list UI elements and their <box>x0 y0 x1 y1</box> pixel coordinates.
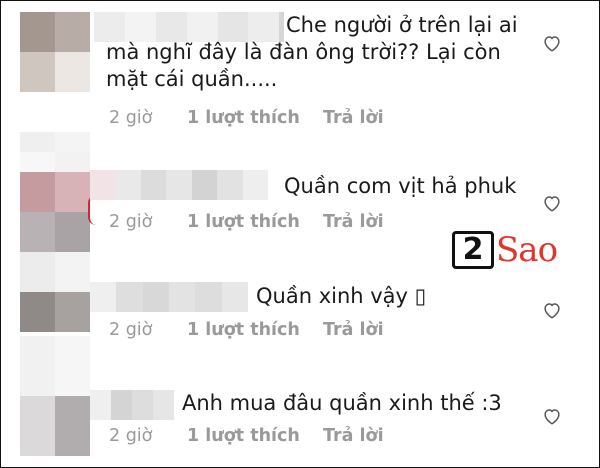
reply-button[interactable]: Trả lời <box>323 320 384 340</box>
comment-meta: 2 giờ 1 lượt thích Trả lời <box>109 320 384 340</box>
comment-time: 2 giờ <box>109 320 153 340</box>
reply-button[interactable]: Trả lời <box>323 426 384 446</box>
comment-text: Quần xinh vậy ▯ <box>256 284 427 308</box>
like-count-button[interactable]: 1 lượt thích <box>187 320 323 340</box>
comment-time: 2 giờ <box>109 108 153 128</box>
comment-time: 2 giờ <box>109 212 153 232</box>
comment-meta: 2 giờ 1 lượt thích Trả lời <box>109 426 384 446</box>
watermark-logo: 2 Sao <box>452 228 558 272</box>
heart-icon[interactable] <box>541 192 563 214</box>
comment-meta: 2 giờ 1 lượt thích Trả lời <box>109 108 384 128</box>
username-blurred[interactable] <box>90 170 268 200</box>
username-blurred[interactable] <box>90 282 248 312</box>
heart-icon[interactable] <box>541 405 563 427</box>
avatar[interactable] <box>20 336 90 456</box>
heart-icon[interactable] <box>541 299 563 321</box>
comment-text: Quần com vịt hả phuk <box>284 174 517 198</box>
comment-time: 2 giờ <box>109 426 153 446</box>
avatar <box>20 172 90 252</box>
logo-word: Sao <box>496 230 558 270</box>
like-count-button[interactable]: 1 lượt thích <box>187 212 323 232</box>
avatar[interactable] <box>20 12 90 92</box>
username-blurred[interactable] <box>90 390 174 420</box>
avatar[interactable] <box>20 252 90 332</box>
comment-text: Che người ở trên lại ai mà nghĩ đây là đ… <box>106 13 518 91</box>
avatar[interactable] <box>20 132 90 172</box>
reply-button[interactable]: Trả lời <box>323 108 384 128</box>
comment-meta: 2 giờ 1 lượt thích Trả lời <box>109 212 384 232</box>
comment-text: Anh mua đâu quần xinh thế :3 <box>182 391 502 415</box>
heart-icon[interactable] <box>541 32 563 54</box>
like-count-button[interactable]: 1 lượt thích <box>187 426 323 446</box>
like-count-button[interactable]: 1 lượt thích <box>187 108 323 128</box>
reply-button[interactable]: Trả lời <box>323 212 384 232</box>
logo-digit-box: 2 <box>452 231 494 269</box>
